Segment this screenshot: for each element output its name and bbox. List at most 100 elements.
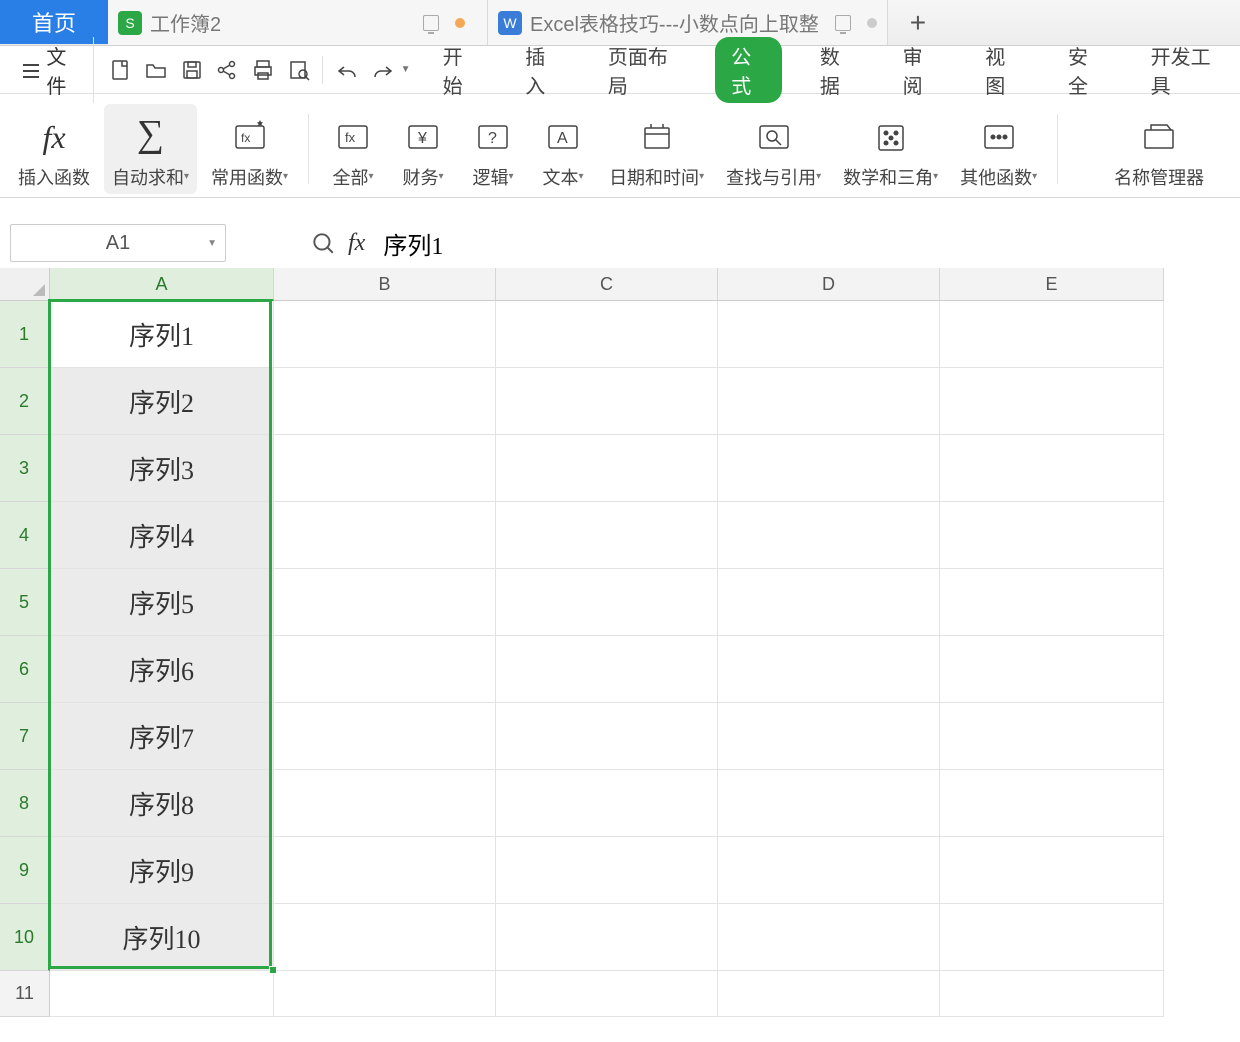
cell-C4[interactable] <box>496 502 718 569</box>
cell-A3[interactable]: 序列3 <box>50 435 274 502</box>
other-functions-button[interactable]: 其他函数▾ <box>952 104 1045 194</box>
cell-D9[interactable] <box>718 837 940 904</box>
cell-B4[interactable] <box>274 502 496 569</box>
redo-button[interactable] <box>367 53 399 87</box>
insert-function-button[interactable]: fx 插入函数 <box>10 104 98 194</box>
common-functions-button[interactable]: fx 常用函数▾ <box>203 104 296 194</box>
cell-B8[interactable] <box>274 770 496 837</box>
cell-D1[interactable] <box>718 301 940 368</box>
row-header-1[interactable]: 1 <box>0 301 50 368</box>
share-button[interactable] <box>211 53 243 87</box>
cell-E9[interactable] <box>940 837 1164 904</box>
menu-insert[interactable]: 插入 <box>515 37 570 103</box>
cell-D3[interactable] <box>718 435 940 502</box>
autosum-button[interactable]: ∑ 自动求和▾ <box>104 104 197 194</box>
open-file-button[interactable] <box>140 53 172 87</box>
menu-dev[interactable]: 开发工具 <box>1141 37 1230 103</box>
row-header-3[interactable]: 3 <box>0 435 50 502</box>
cell-E5[interactable] <box>940 569 1164 636</box>
column-header-A[interactable]: A <box>50 268 274 301</box>
cell-E6[interactable] <box>940 636 1164 703</box>
cell-B7[interactable] <box>274 703 496 770</box>
finance-functions-button[interactable]: ¥ 财务▾ <box>391 104 455 194</box>
cell-B1[interactable] <box>274 301 496 368</box>
cell-A1[interactable]: 序列1 <box>50 301 274 368</box>
datetime-functions-button[interactable]: 日期和时间▾ <box>601 104 712 194</box>
cell-A11[interactable] <box>50 971 274 1017</box>
cell-E11[interactable] <box>940 971 1164 1017</box>
save-button[interactable] <box>176 53 208 87</box>
cell-B11[interactable] <box>274 971 496 1017</box>
cell-B10[interactable] <box>274 904 496 971</box>
cell-C11[interactable] <box>496 971 718 1017</box>
cell-C5[interactable] <box>496 569 718 636</box>
column-header-E[interactable]: E <box>940 268 1164 301</box>
row-header-8[interactable]: 8 <box>0 770 50 837</box>
cell-A5[interactable]: 序列5 <box>50 569 274 636</box>
column-header-D[interactable]: D <box>718 268 940 301</box>
file-menu[interactable]: 文件 <box>10 37 94 103</box>
row-header-7[interactable]: 7 <box>0 703 50 770</box>
row-header-10[interactable]: 10 <box>0 904 50 971</box>
all-functions-button[interactable]: fx 全部▾ <box>321 104 385 194</box>
cell-C6[interactable] <box>496 636 718 703</box>
cell-D10[interactable] <box>718 904 940 971</box>
print-preview-button[interactable] <box>283 53 315 87</box>
row-header-9[interactable]: 9 <box>0 837 50 904</box>
cell-E1[interactable] <box>940 301 1164 368</box>
cell-C9[interactable] <box>496 837 718 904</box>
cell-A4[interactable]: 序列4 <box>50 502 274 569</box>
cell-B2[interactable] <box>274 368 496 435</box>
cell-C2[interactable] <box>496 368 718 435</box>
cell-A8[interactable]: 序列8 <box>50 770 274 837</box>
expand-icon[interactable] <box>310 230 336 256</box>
menu-formula[interactable]: 公式 <box>715 37 782 103</box>
cells-area[interactable]: 序列1序列2序列3序列4序列5序列6序列7序列8序列9序列10 <box>50 301 1164 1017</box>
row-header-2[interactable]: 2 <box>0 368 50 435</box>
menu-data[interactable]: 数据 <box>810 37 865 103</box>
menu-layout[interactable]: 页面布局 <box>598 37 687 103</box>
cell-D5[interactable] <box>718 569 940 636</box>
name-box[interactable]: A1 ▼ <box>10 224 226 262</box>
cell-C1[interactable] <box>496 301 718 368</box>
row-header-5[interactable]: 5 <box>0 569 50 636</box>
menu-review[interactable]: 审阅 <box>893 37 948 103</box>
cell-C8[interactable] <box>496 770 718 837</box>
cell-D6[interactable] <box>718 636 940 703</box>
menu-security[interactable]: 安全 <box>1058 37 1113 103</box>
cell-B9[interactable] <box>274 837 496 904</box>
cell-E2[interactable] <box>940 368 1164 435</box>
print-button[interactable] <box>247 53 279 87</box>
cell-C10[interactable] <box>496 904 718 971</box>
column-header-B[interactable]: B <box>274 268 496 301</box>
text-functions-button[interactable]: A 文本▾ <box>531 104 595 194</box>
cell-A6[interactable]: 序列6 <box>50 636 274 703</box>
cell-D4[interactable] <box>718 502 940 569</box>
column-header-C[interactable]: C <box>496 268 718 301</box>
cell-E7[interactable] <box>940 703 1164 770</box>
menu-start[interactable]: 开始 <box>433 37 488 103</box>
select-all-corner[interactable] <box>0 268 50 301</box>
lookup-functions-button[interactable]: 查找与引用▾ <box>718 104 829 194</box>
cell-E4[interactable] <box>940 502 1164 569</box>
cell-A9[interactable]: 序列9 <box>50 837 274 904</box>
fill-handle[interactable] <box>269 966 277 974</box>
menu-view[interactable]: 视图 <box>975 37 1030 103</box>
cell-E8[interactable] <box>940 770 1164 837</box>
math-functions-button[interactable]: 数学和三角▾ <box>835 104 946 194</box>
cell-B6[interactable] <box>274 636 496 703</box>
row-header-4[interactable]: 4 <box>0 502 50 569</box>
cell-D7[interactable] <box>718 703 940 770</box>
cell-B3[interactable] <box>274 435 496 502</box>
fx-icon[interactable]: fx <box>348 230 365 257</box>
cell-C7[interactable] <box>496 703 718 770</box>
cell-C3[interactable] <box>496 435 718 502</box>
tab-workbook[interactable]: S 工作簿2 <box>108 0 488 45</box>
cell-D11[interactable] <box>718 971 940 1017</box>
cell-A2[interactable]: 序列2 <box>50 368 274 435</box>
logic-functions-button[interactable]: ? 逻辑▾ <box>461 104 525 194</box>
cell-E3[interactable] <box>940 435 1164 502</box>
name-manager-button[interactable]: 名称管理器 <box>1106 104 1212 194</box>
cell-D2[interactable] <box>718 368 940 435</box>
cell-A7[interactable]: 序列7 <box>50 703 274 770</box>
